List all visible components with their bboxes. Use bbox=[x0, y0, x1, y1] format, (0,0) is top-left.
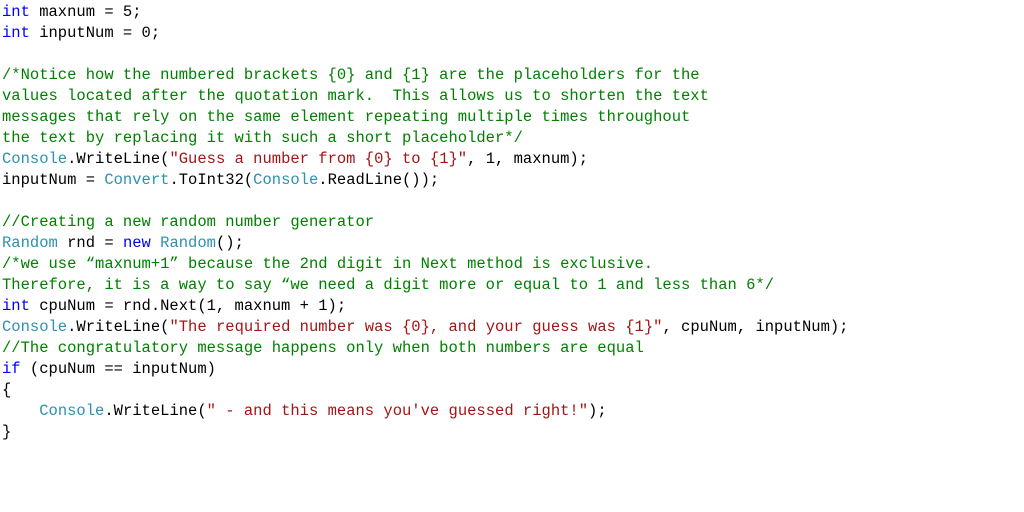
code-token bbox=[2, 402, 39, 420]
code-token: { bbox=[2, 381, 11, 399]
code-token: Console bbox=[253, 171, 318, 189]
code-line: int cpuNum = rnd.Next(1, maxnum + 1); bbox=[2, 297, 346, 315]
code-line: Console.WriteLine(" - and this means you… bbox=[2, 402, 607, 420]
code-token: Console bbox=[2, 318, 67, 336]
code-token: Random bbox=[160, 234, 216, 252]
code-line: //Creating a new random number generator bbox=[2, 213, 374, 231]
code-token: Random bbox=[2, 234, 58, 252]
code-token bbox=[151, 234, 160, 252]
code-token: maxnum = 5; bbox=[30, 3, 142, 21]
code-token: Console bbox=[2, 150, 67, 168]
code-token: the text by replacing it with such a sho… bbox=[2, 129, 523, 147]
code-line: /*Notice how the numbered brackets {0} a… bbox=[2, 66, 700, 84]
code-line: Therefore, it is a way to say “we need a… bbox=[2, 276, 774, 294]
code-token: .ToInt32( bbox=[169, 171, 253, 189]
code-token: /*we use “maxnum+1” because the 2nd digi… bbox=[2, 255, 653, 273]
code-token: .WriteLine( bbox=[104, 402, 206, 420]
code-token: //The congratulatory message happens onl… bbox=[2, 339, 644, 357]
code-line: the text by replacing it with such a sho… bbox=[2, 129, 523, 147]
code-token: messages that rely on the same element r… bbox=[2, 108, 690, 126]
code-line: inputNum = Convert.ToInt32(Console.ReadL… bbox=[2, 171, 439, 189]
code-line: { bbox=[2, 381, 11, 399]
code-token: values located after the quotation mark.… bbox=[2, 87, 709, 105]
code-token: inputNum = 0; bbox=[30, 24, 160, 42]
code-token: , 1, maxnum); bbox=[467, 150, 588, 168]
code-token: ); bbox=[588, 402, 607, 420]
code-token: /*Notice how the numbered brackets {0} a… bbox=[2, 66, 700, 84]
code-token: } bbox=[2, 423, 11, 441]
code-token: cpuNum = rnd.Next(1, maxnum + 1); bbox=[30, 297, 346, 315]
code-block: int maxnum = 5; int inputNum = 0; /*Noti… bbox=[0, 0, 1024, 443]
code-line: if (cpuNum == inputNum) bbox=[2, 360, 216, 378]
code-token: inputNum = bbox=[2, 171, 104, 189]
code-token: .WriteLine( bbox=[67, 150, 169, 168]
code-token: , cpuNum, inputNum); bbox=[662, 318, 848, 336]
code-token: .ReadLine()); bbox=[318, 171, 439, 189]
code-token: int bbox=[2, 297, 30, 315]
code-token: rnd = bbox=[58, 234, 123, 252]
code-token: if bbox=[2, 360, 21, 378]
code-token: (); bbox=[216, 234, 244, 252]
code-line: Console.WriteLine("The required number w… bbox=[2, 318, 848, 336]
code-token: Convert bbox=[104, 171, 169, 189]
code-line: Console.WriteLine("Guess a number from {… bbox=[2, 150, 588, 168]
code-token: Console bbox=[39, 402, 104, 420]
code-token: .WriteLine( bbox=[67, 318, 169, 336]
code-line: } bbox=[2, 423, 11, 441]
code-line: messages that rely on the same element r… bbox=[2, 108, 690, 126]
code-token: Therefore, it is a way to say “we need a… bbox=[2, 276, 774, 294]
code-line: Random rnd = new Random(); bbox=[2, 234, 244, 252]
code-line: //The congratulatory message happens onl… bbox=[2, 339, 644, 357]
code-line: values located after the quotation mark.… bbox=[2, 87, 709, 105]
code-token: "Guess a number from {0} to {1}" bbox=[169, 150, 467, 168]
code-token: (cpuNum == inputNum) bbox=[21, 360, 216, 378]
code-token: //Creating a new random number generator bbox=[2, 213, 374, 231]
code-token: new bbox=[123, 234, 151, 252]
code-token: " - and this means you've guessed right!… bbox=[207, 402, 588, 420]
code-token: int bbox=[2, 3, 30, 21]
code-line: int maxnum = 5; bbox=[2, 3, 142, 21]
code-token: "The required number was {0}, and your g… bbox=[169, 318, 662, 336]
code-line: int inputNum = 0; bbox=[2, 24, 160, 42]
code-line: /*we use “maxnum+1” because the 2nd digi… bbox=[2, 255, 653, 273]
code-token: int bbox=[2, 24, 30, 42]
